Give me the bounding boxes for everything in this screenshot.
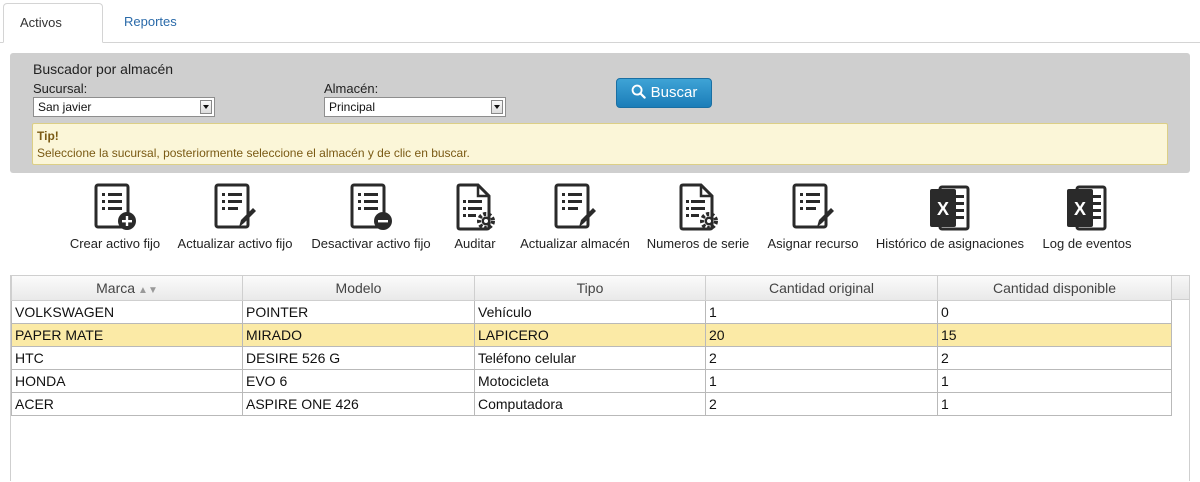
svg-text:X: X bbox=[1074, 199, 1086, 219]
table-row[interactable]: VOLKSWAGEN POINTER Vehículo 1 0 bbox=[11, 299, 1172, 324]
cell-modelo: EVO 6 bbox=[242, 368, 475, 393]
cell-tipo: Vehículo bbox=[474, 299, 706, 324]
cell-tipo: Computadora bbox=[474, 391, 706, 416]
toolbar-label: Numeros de serie bbox=[646, 236, 750, 251]
cell-cantidad-original: 1 bbox=[705, 368, 938, 393]
chevron-down-icon bbox=[491, 100, 503, 114]
buscar-button[interactable]: Buscar bbox=[616, 78, 712, 108]
excel-icon: X bbox=[930, 185, 970, 231]
desactivar-activo-fijo-button[interactable]: Desactivar activo fijo bbox=[309, 183, 433, 251]
cell-cantidad-original: 2 bbox=[705, 391, 938, 416]
log-de-eventos-button[interactable]: X Log de eventos bbox=[1040, 183, 1134, 251]
document-add-icon bbox=[94, 183, 136, 230]
toolbar-label: Desactivar activo fijo bbox=[311, 236, 431, 251]
cell-modelo: MIRADO bbox=[242, 322, 475, 347]
document-gear-icon bbox=[456, 183, 495, 231]
cell-marca: VOLKSWAGEN bbox=[11, 299, 243, 324]
table-row[interactable]: HTC DESIRE 526 G Teléfono celular 2 2 bbox=[11, 345, 1172, 370]
chevron-down-icon bbox=[200, 100, 212, 114]
crear-activo-fijo-button[interactable]: Crear activo fijo bbox=[64, 183, 166, 251]
almacen-select-value: Principal bbox=[329, 100, 376, 114]
tab-bar: Activos fijos Reportes bbox=[0, 0, 1200, 68]
document-edit-icon bbox=[792, 183, 834, 229]
tip-box: Tip! Seleccione la sucursal, posteriorme… bbox=[32, 123, 1168, 165]
sort-icon: ▲▼ bbox=[138, 284, 158, 296]
cell-cantidad-original: 20 bbox=[705, 322, 938, 347]
column-header-cantidad-disponible[interactable]: Cantidad disponible bbox=[937, 276, 1172, 301]
cell-cantidad-original: 2 bbox=[705, 345, 938, 370]
cell-modelo: POINTER bbox=[242, 299, 475, 324]
toolbar-label: Asignar recurso bbox=[767, 236, 859, 251]
actualizar-activo-fijo-button[interactable]: Actualizar activo fijo bbox=[176, 183, 294, 251]
tab-reportes[interactable]: Reportes bbox=[108, 3, 193, 43]
assets-grid: Marca ▲▼ Modelo Tipo Cantidad original Ca… bbox=[10, 275, 1190, 481]
column-header-cantidad-original[interactable]: Cantidad original bbox=[705, 276, 938, 301]
scrollbar-header-corner bbox=[1171, 276, 1189, 300]
table-header-row: Marca ▲▼ Modelo Tipo Cantidad original Ca… bbox=[11, 276, 1172, 301]
document-gear-icon bbox=[679, 183, 718, 231]
almacen-label: Almacén: bbox=[324, 81, 379, 96]
asignar-recurso-button[interactable]: Asignar recurso bbox=[764, 183, 862, 251]
toolbar-label: Crear activo fijo bbox=[69, 236, 161, 251]
cell-tipo: LAPICERO bbox=[474, 322, 706, 347]
svg-text:X: X bbox=[937, 199, 949, 219]
table-row[interactable]: HONDA EVO 6 Motocicleta 1 1 bbox=[11, 368, 1172, 393]
column-header-marca[interactable]: Marca ▲▼ bbox=[11, 276, 243, 301]
tab-activos-fijos[interactable]: Activos fijos bbox=[3, 3, 103, 68]
numeros-de-serie-button[interactable]: Numeros de serie bbox=[644, 183, 752, 251]
excel-icon: X bbox=[1067, 185, 1107, 231]
cell-cantidad-original: 1 bbox=[705, 299, 938, 324]
document-edit-icon bbox=[554, 183, 596, 229]
cell-tipo: Teléfono celular bbox=[474, 345, 706, 370]
column-header-tipo[interactable]: Tipo bbox=[474, 276, 706, 301]
column-header-label: Marca bbox=[96, 279, 136, 296]
search-panel-title: Buscador por almacén bbox=[33, 61, 174, 77]
cell-cantidad-disponible: 1 bbox=[937, 391, 1172, 416]
search-panel: Buscador por almacén Sucursal: San javie… bbox=[10, 53, 1190, 173]
tip-title: Tip! bbox=[37, 129, 59, 143]
sucursal-select[interactable]: San javier bbox=[33, 97, 215, 117]
cell-marca: HONDA bbox=[11, 368, 243, 393]
historico-de-asignaciones-button[interactable]: X Histórico de asignaciones bbox=[874, 183, 1026, 251]
sucursal-label: Sucursal: bbox=[33, 81, 88, 96]
cell-cantidad-disponible: 2 bbox=[937, 345, 1172, 370]
toolbar-label: Log de eventos bbox=[1042, 236, 1132, 251]
toolbar-label: Auditar bbox=[454, 236, 496, 251]
cell-marca: HTC bbox=[11, 345, 243, 370]
toolbar-label: Actualizar almacén bbox=[520, 236, 630, 251]
toolbar-label: Histórico de asignaciones bbox=[875, 236, 1025, 251]
table-row[interactable]: ACER ASPIRE ONE 426 Computadora 2 1 bbox=[11, 391, 1172, 416]
cell-marca: PAPER MATE bbox=[11, 322, 243, 347]
cell-cantidad-disponible: 0 bbox=[937, 299, 1172, 324]
auditar-button[interactable]: Auditar bbox=[448, 183, 502, 251]
cell-tipo: Motocicleta bbox=[474, 368, 706, 393]
cell-modelo: ASPIRE ONE 426 bbox=[242, 391, 475, 416]
buscar-button-label: Buscar bbox=[650, 84, 698, 101]
actualizar-almacen-button[interactable]: Actualizar almacén bbox=[518, 183, 632, 251]
cell-cantidad-disponible: 1 bbox=[937, 368, 1172, 393]
column-header-modelo[interactable]: Modelo bbox=[242, 276, 475, 301]
almacen-select[interactable]: Principal bbox=[324, 97, 506, 117]
tip-text: Seleccione la sucursal, posteriormente s… bbox=[37, 146, 470, 160]
cell-cantidad-disponible: 15 bbox=[937, 322, 1172, 347]
table-row-selected[interactable]: PAPER MATE MIRADO LAPICERO 20 15 bbox=[11, 322, 1172, 347]
cell-marca: ACER bbox=[11, 391, 243, 416]
cell-modelo: DESIRE 526 G bbox=[242, 345, 475, 370]
assets-table: Marca ▲▼ Modelo Tipo Cantidad original Ca… bbox=[11, 276, 1172, 416]
document-edit-icon bbox=[214, 183, 256, 229]
search-icon bbox=[631, 84, 646, 99]
toolbar-label: Actualizar activo fijo bbox=[177, 236, 293, 251]
document-remove-icon bbox=[350, 183, 392, 230]
sucursal-select-value: San javier bbox=[38, 100, 92, 114]
